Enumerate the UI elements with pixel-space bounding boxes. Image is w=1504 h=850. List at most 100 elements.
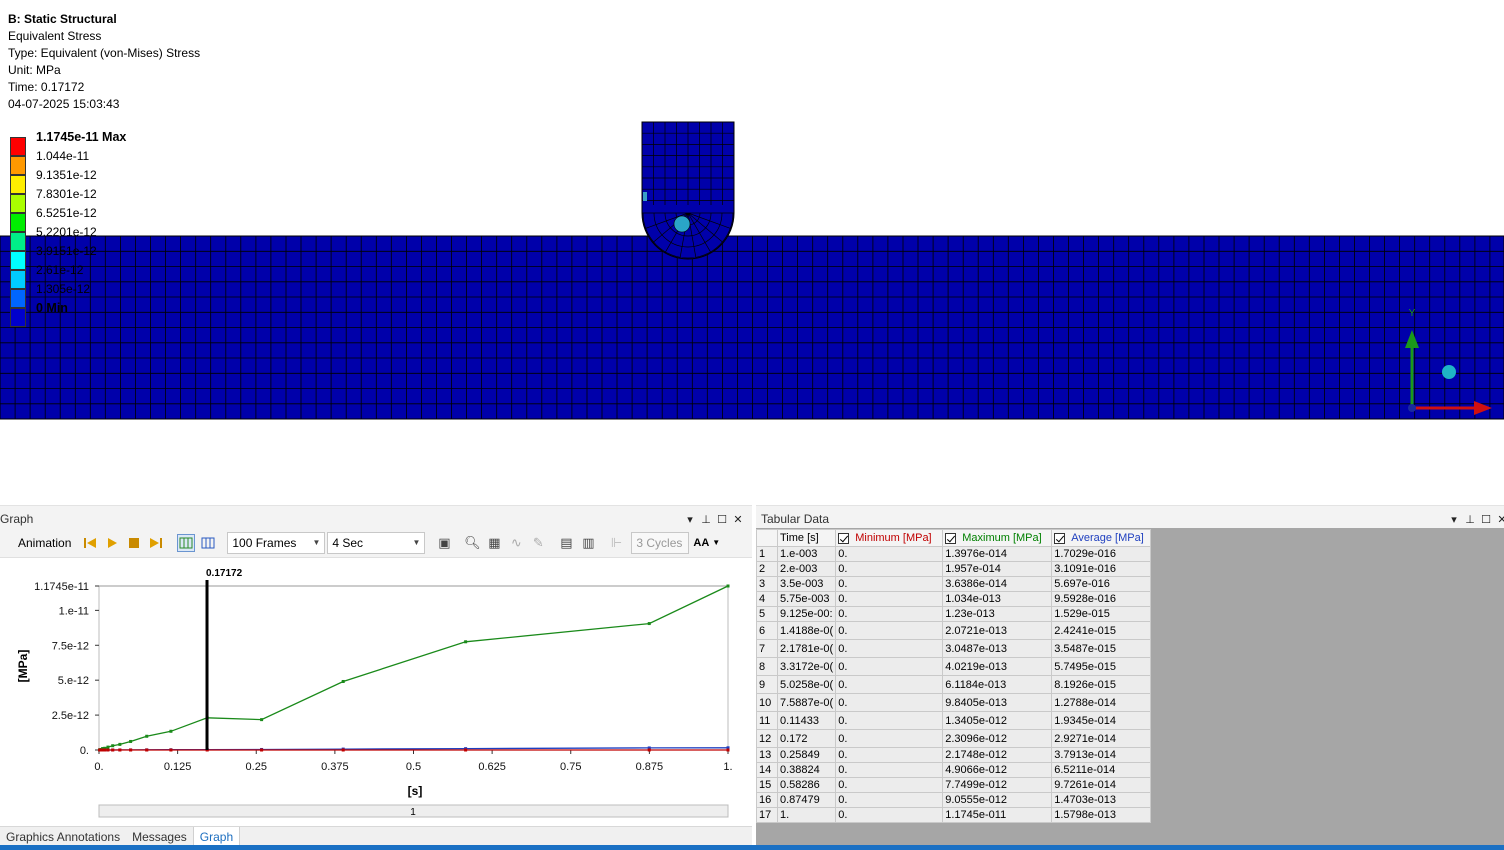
table-row[interactable]: 17 1. 0. 1.1745e-011 1.5798e-013 [756,807,1152,823]
table-cell[interactable]: 1.529e-015 [1051,606,1152,622]
table-cell[interactable]: 2.1748e-012 [942,747,1053,763]
row-number-cell[interactable]: 4 [756,591,778,607]
checkbox-icon[interactable] [945,532,957,544]
row-number-cell[interactable]: 16 [756,792,778,808]
table-cell[interactable]: 0. [835,606,944,622]
chevron-down-icon[interactable]: ▼ [712,538,720,547]
grid-icon[interactable]: ▦ [485,534,503,552]
table-cell[interactable]: 0. [835,639,944,658]
table-cell[interactable]: 0.38824 [776,762,837,778]
table-cell[interactable]: 0.172 [776,729,837,748]
table-cell[interactable]: 1.2788e-014 [1051,693,1152,712]
table-cell[interactable]: 0. [835,576,944,592]
row-number-cell[interactable]: 15 [756,777,778,793]
checkbox-icon[interactable] [1054,532,1066,544]
zoom-icon[interactable]: 🔍︎ [463,534,481,552]
table-cell[interactable]: 7.7499e-012 [942,777,1053,793]
table-cell[interactable]: 0.87479 [776,792,837,808]
table-cell[interactable]: 3.1091e-016 [1051,561,1152,577]
table-row[interactable]: 13 0.25849 0. 2.1748e-012 3.7913e-014 [756,747,1152,763]
table-cell[interactable]: 0. [835,711,944,730]
checkbox-icon[interactable] [838,532,850,544]
tab-graph[interactable]: Graph [192,826,241,847]
table-cell[interactable]: 2.1781e-0( [776,639,837,658]
table-row[interactable]: 1 1.e-003 0. 1.3976e-014 1.7029e-016 [756,546,1152,562]
row-number-cell[interactable]: 6 [756,621,778,640]
table-cell[interactable]: 0. [835,792,944,808]
table-row[interactable]: 8 3.3172e-0(0. 4.0219e-013 5.7495e-015 [756,657,1152,676]
table-cell[interactable]: 1.9345e-014 [1051,711,1152,730]
next-frame-button[interactable] [147,534,165,552]
distributed-frames-icon[interactable] [177,533,196,552]
contour-legend[interactable]: 1.1745e-11 Max 1.044e-11 9.1351e-12 7.8301e… [8,129,168,327]
close-icon[interactable]: ✕ [732,513,744,526]
table-cell[interactable]: 1. [776,807,837,823]
table-row[interactable]: 10 7.5887e-0(0. 9.8405e-013 1.2788e-014 [756,693,1152,712]
result-sets-icon[interactable] [199,534,217,552]
table-cell[interactable]: 1.3976e-014 [942,546,1053,562]
row-number-cell[interactable]: 17 [756,807,778,823]
table-cell[interactable]: 1.5798e-013 [1051,807,1152,823]
table-cell[interactable]: 9.7261e-014 [1051,777,1152,793]
table-grid-icon[interactable]: ▥ [579,534,597,552]
row-number-cell[interactable]: 9 [756,675,778,694]
row-number-cell[interactable]: 1 [756,546,778,562]
panel-menu-icon[interactable]: ▾ [684,513,696,526]
play-button[interactable] [103,534,121,552]
row-number-cell[interactable]: 13 [756,747,778,763]
row-number-cell[interactable]: 7 [756,639,778,658]
table-cell[interactable]: 2.4241e-015 [1051,621,1152,640]
table-cell[interactable]: 0. [835,729,944,748]
cycle-icon[interactable]: ⊩ [607,534,625,552]
table-cell[interactable]: 3.7913e-014 [1051,747,1152,763]
table-cell[interactable]: 5.7495e-015 [1051,657,1152,676]
table-cell[interactable]: 0. [835,777,944,793]
probe-icon[interactable]: ✎ [529,534,547,552]
table-cell[interactable]: 0. [835,693,944,712]
column-header-minimum[interactable]: Minimum [MPa] [835,529,944,547]
table-cell[interactable]: 0.11433 [776,711,837,730]
column-header-time[interactable]: Time [s] [776,529,837,547]
table-cell[interactable]: 5.0258e-0( [776,675,837,694]
frames-dropdown[interactable]: 100 Frames ▼ [227,531,326,554]
table-cell[interactable]: 4.0219e-013 [942,657,1053,676]
table-cell[interactable]: 0. [835,621,944,640]
table-row[interactable]: 3 3.5e-003 0. 3.6386e-014 5.697e-016 [756,576,1152,592]
row-number-cell[interactable]: 11 [756,711,778,730]
table-icon[interactable]: ▤ [557,534,575,552]
maximize-icon[interactable]: ☐ [716,513,728,526]
table-cell[interactable]: 2.0721e-013 [942,621,1053,640]
table-cell[interactable]: 2.9271e-014 [1051,729,1152,748]
table-cell[interactable]: 0.25849 [776,747,837,763]
panel-menu-icon[interactable]: ▾ [1448,513,1460,526]
row-number-cell[interactable]: 2 [756,561,778,577]
tabular-data-table[interactable]: Time [s] Minimum [MPa] Maximum [MPa] Ave… [756,529,1152,823]
table-cell[interactable]: 3.5e-003 [776,576,837,592]
table-cell[interactable]: 0. [835,561,944,577]
maximize-icon[interactable]: ☐ [1480,513,1492,526]
row-number-cell[interactable]: 10 [756,693,778,712]
table-cell[interactable]: 9.5928e-016 [1051,591,1152,607]
table-row[interactable]: 7 2.1781e-0(0. 3.0487e-013 3.5487e-015 [756,639,1152,658]
table-cell[interactable]: 2.3096e-012 [942,729,1053,748]
table-row[interactable]: 15 0.58286 0. 7.7499e-012 9.7261e-014 [756,777,1152,793]
table-cell[interactable]: 9.0555e-012 [942,792,1053,808]
row-number-cell[interactable]: 3 [756,576,778,592]
table-cell[interactable]: 1.4703e-013 [1051,792,1152,808]
stop-button[interactable] [125,534,143,552]
table-cell[interactable]: 1.4188e-0( [776,621,837,640]
table-row[interactable]: 2 2.e-003 0. 1.957e-014 3.1091e-016 [756,561,1152,577]
pin-icon[interactable]: ⊥ [1464,513,1476,526]
table-cell[interactable]: 8.1926e-015 [1051,675,1152,694]
table-cell[interactable]: 3.0487e-013 [942,639,1053,658]
row-number-cell[interactable]: 12 [756,729,778,748]
table-cell[interactable]: 6.5211e-014 [1051,762,1152,778]
column-header-average[interactable]: Average [MPa] [1051,529,1152,547]
table-cell[interactable]: 1.034e-013 [942,591,1053,607]
table-cell[interactable]: 0. [835,762,944,778]
table-cell[interactable]: 1.1745e-011 [942,807,1053,823]
row-number-cell[interactable]: 5 [756,606,778,622]
table-row[interactable]: 16 0.87479 0. 9.0555e-012 1.4703e-013 [756,792,1152,808]
result-graph[interactable]: 0. 2.5e-12 5.e-12 7.5e-12 1.e-11 1.1745e-11 0.… [0,558,752,823]
pin-icon[interactable]: ⊥ [700,513,712,526]
